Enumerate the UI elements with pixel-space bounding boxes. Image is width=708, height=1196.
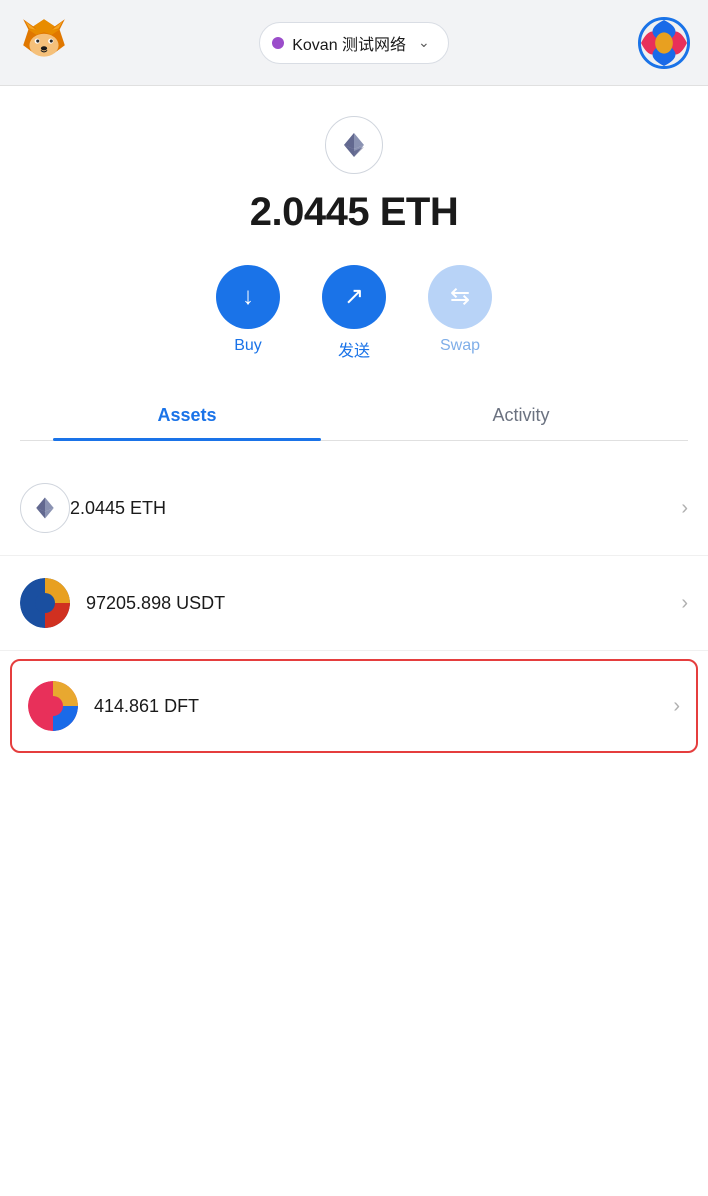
send-label: 发送 bbox=[338, 337, 370, 361]
usdt-token-icon bbox=[20, 578, 70, 628]
eth-logo bbox=[325, 116, 383, 174]
arrow-up-right-icon: ↗ bbox=[344, 285, 364, 309]
buy-button[interactable]: ↓ Buy bbox=[216, 265, 280, 355]
asset-list: 2.0445 ETH › 97205.898 USDT › bbox=[0, 461, 708, 753]
chevron-down-icon: ⌄ bbox=[418, 34, 430, 51]
dft-asset-amount: 414.861 DFT bbox=[94, 696, 673, 717]
balance-display: 2.0445 ETH bbox=[250, 190, 458, 235]
tab-assets[interactable]: Assets bbox=[20, 391, 354, 440]
swap-button[interactable]: ⇆ Swap bbox=[428, 265, 492, 355]
network-dot bbox=[272, 37, 284, 49]
swap-icon-circle: ⇆ bbox=[428, 265, 492, 329]
action-buttons: ↓ Buy ↗ 发送 ⇆ Swap bbox=[216, 265, 492, 361]
buy-icon-circle: ↓ bbox=[216, 265, 280, 329]
usdt-chevron-right-icon: › bbox=[681, 592, 688, 615]
metamask-logo[interactable] bbox=[18, 14, 70, 71]
swap-icon: ⇆ bbox=[450, 285, 470, 309]
dft-chevron-right-icon: › bbox=[673, 695, 680, 718]
send-icon-circle: ↗ bbox=[322, 265, 386, 329]
asset-item-usdt[interactable]: 97205.898 USDT › bbox=[0, 556, 708, 651]
tab-activity[interactable]: Activity bbox=[354, 391, 688, 440]
network-selector[interactable]: Kovan 测试网络 ⌄ bbox=[259, 22, 449, 64]
dft-token-icon bbox=[28, 681, 78, 731]
asset-item-eth[interactable]: 2.0445 ETH › bbox=[0, 461, 708, 556]
wallet-section: 2.0445 ETH ↓ Buy ↗ 发送 ⇆ Swap bbox=[0, 86, 708, 461]
buy-label: Buy bbox=[234, 337, 262, 355]
eth-asset-amount: 2.0445 ETH bbox=[70, 498, 681, 519]
send-button[interactable]: ↗ 发送 bbox=[322, 265, 386, 361]
eth-chevron-right-icon: › bbox=[681, 497, 688, 520]
tabs: Assets Activity bbox=[20, 391, 688, 441]
swap-label: Swap bbox=[440, 337, 480, 355]
main-content: 2.0445 ETH ↓ Buy ↗ 发送 ⇆ Swap bbox=[0, 86, 708, 1196]
asset-item-dft[interactable]: 414.861 DFT › bbox=[10, 659, 698, 753]
usdt-asset-amount: 97205.898 USDT bbox=[86, 593, 681, 614]
download-icon: ↓ bbox=[242, 285, 254, 309]
eth-token-icon bbox=[20, 483, 70, 533]
avatar[interactable] bbox=[638, 17, 690, 69]
header: Kovan 测试网络 ⌄ bbox=[0, 0, 708, 86]
network-label: Kovan 测试网络 bbox=[292, 31, 406, 55]
